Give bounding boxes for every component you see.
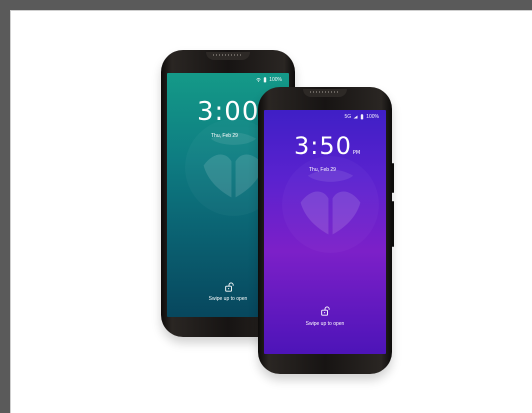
phone-notch: [206, 52, 250, 60]
wifi-icon: [256, 78, 261, 82]
swipe-prompt: Swipe up to open: [305, 321, 345, 327]
battery-status: 100%: [269, 77, 282, 83]
unlock-icon: [225, 282, 234, 292]
lock-screen-time: 3:00: [197, 97, 260, 127]
product-photo-frame: 100% 3:00 Thu, Feb 29 Swipe up to open 5…: [10, 10, 532, 413]
lock-screen-time: 3:50PM: [294, 132, 360, 160]
signal-icon: [353, 115, 358, 119]
purple-lock-screen: 5G 100% 3:50PM Thu, Feb 29 Swipe up to o…: [264, 110, 386, 354]
battery-status: 100%: [366, 114, 379, 120]
volume-button: [392, 201, 394, 247]
speaker-grill: [213, 54, 243, 56]
battery-icon: [361, 114, 364, 120]
lock-screen-date: Thu, Feb 29: [309, 167, 336, 173]
battery-icon: [264, 77, 267, 83]
time-value: 3:50: [294, 132, 352, 160]
phone-notch: [303, 89, 347, 97]
speaker-grill: [310, 91, 340, 93]
status-bar: 5G 100%: [345, 114, 379, 120]
time-period: PM: [352, 150, 361, 156]
network-indicator: 5G: [344, 114, 352, 120]
status-bar: 100%: [256, 77, 282, 83]
front-smartphone: 5G 100% 3:50PM Thu, Feb 29 Swipe up to o…: [258, 87, 394, 374]
power-button: [392, 163, 394, 193]
lock-screen-date: Thu, Feb 29: [211, 133, 238, 139]
unlock-icon: [321, 306, 330, 316]
